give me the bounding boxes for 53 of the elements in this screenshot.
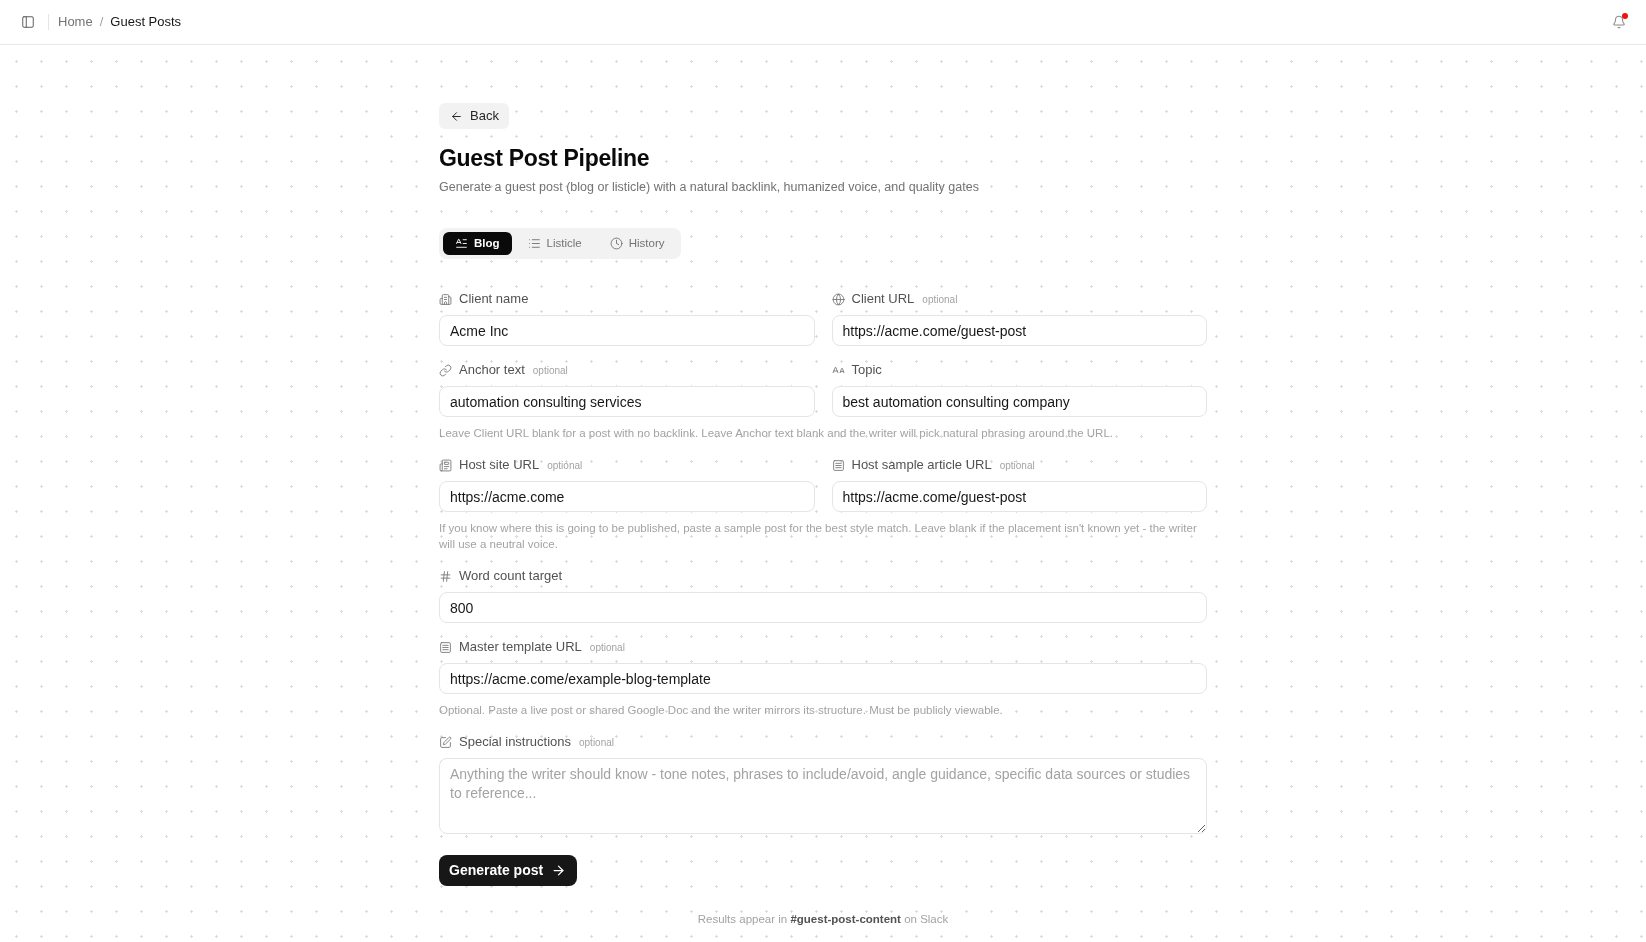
field-label: Special instructions [459, 733, 571, 752]
field-hint: Leave Client URL blank for a post with no backlink. Leave Anchor text blank and the writer will pick natural phrasing around the URL. [439, 426, 1114, 441]
text-lines-icon [455, 237, 468, 250]
lines-square-icon [439, 640, 452, 654]
optional-note: optional [589, 640, 625, 655]
lines-square-icon [831, 458, 845, 472]
optional-note: optional [547, 458, 583, 473]
field-label: Word count target [459, 567, 563, 586]
arrow-left-icon [450, 109, 463, 123]
breadcrumb-current: Guest Posts [110, 13, 182, 32]
optional-note: optional [999, 458, 1035, 473]
sidebar-panel-icon [21, 15, 35, 29]
text-input[interactable]: https://acme.come/guest-post [831, 481, 1207, 512]
building-icon [439, 292, 452, 306]
hash-icon [439, 569, 452, 583]
breadcrumb-separator: / [99, 13, 104, 32]
generate-post-button[interactable]: Generate post [439, 855, 578, 886]
bell-icon [1612, 15, 1626, 29]
text-input[interactable]: https://acme.come [439, 481, 815, 512]
text-input[interactable]: best automation consulting company [831, 386, 1207, 417]
text-input[interactable]: 800 [439, 592, 1207, 623]
text-input[interactable]: https://acme.come/example-blog-template [439, 663, 1207, 694]
field-label: Topic [851, 361, 882, 380]
clock-icon [609, 237, 623, 250]
pencil-square-icon [439, 735, 452, 749]
text-input[interactable]: Acme Inc [439, 315, 815, 346]
newspaper-icon [439, 458, 452, 472]
breadcrumb-link[interactable]: Home [58, 12, 93, 32]
field-label: Client URL [851, 290, 915, 309]
arrow-right-icon [551, 863, 567, 878]
globe-icon [831, 292, 845, 306]
optional-note: optional [922, 292, 958, 307]
page-title: Guest Post Pipeline [439, 144, 651, 172]
textarea-input[interactable]: Anything the writer should know - tone notes, phrases to include/avoid, angle guidance, specific data sources or studies to reference... [439, 758, 1207, 834]
link-icon [439, 363, 452, 377]
field-label: Anchor text [459, 361, 525, 380]
footer-note: Results appear in #guest-post-content on Slack [697, 912, 949, 927]
text-input[interactable]: automation consulting services [439, 386, 815, 417]
field-label: Host sample article URL [851, 456, 992, 475]
back-button[interactable]: Back [439, 103, 509, 129]
field-hint: Optional. Paste a live post or shared Google Doc and the writer mirrors its structure. Must be publicly viewable. [439, 703, 1004, 718]
list-icon [527, 237, 541, 250]
tab[interactable]: Listicle [515, 232, 594, 255]
field-label: Host site URL [459, 456, 540, 475]
text-input[interactable]: https://acme.come/guest-post [831, 315, 1207, 346]
field-label: Master template URL [459, 638, 582, 657]
optional-note: optional [579, 735, 615, 750]
field-hint: If you know where this is going to be published, paste a sample post for the best style match. Leave blank if the placement isn't known yet - the writer will use a neutral voice. [439, 521, 1198, 552]
page-subtitle: Generate a guest post (blog or listicle) with a natural backlink, humanized voice, and quality gates [439, 179, 980, 196]
tab[interactable]: Blog [443, 232, 512, 255]
field-label: Client name [459, 290, 529, 309]
tab[interactable]: History [597, 232, 677, 255]
optional-note: optional [532, 363, 568, 378]
